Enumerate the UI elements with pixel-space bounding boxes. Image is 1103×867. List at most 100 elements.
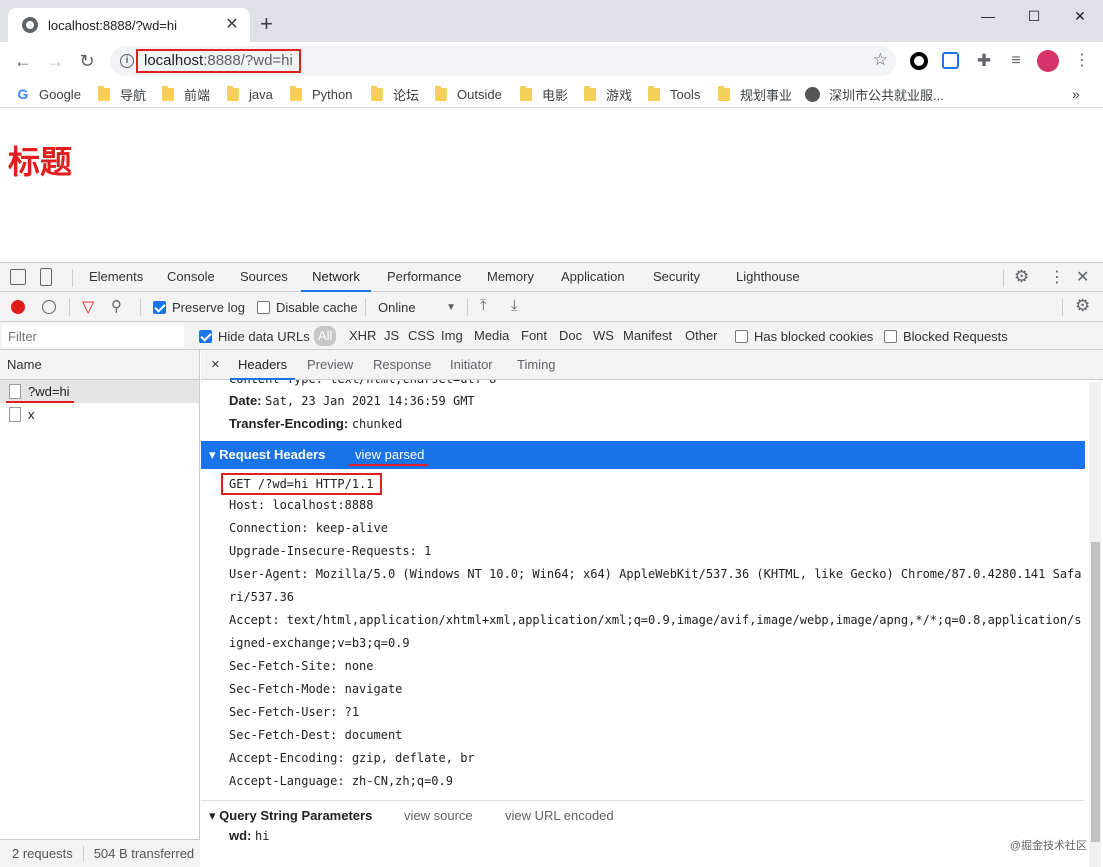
- has-blocked-cookies-label: Has blocked cookies: [754, 329, 874, 344]
- tab-network[interactable]: Network: [301, 263, 371, 292]
- info-icon[interactable]: i: [120, 54, 134, 68]
- type-filter-img[interactable]: Img: [441, 328, 463, 343]
- more-icon[interactable]: ⋮: [1049, 267, 1065, 287]
- close-detail-icon[interactable]: ×: [211, 350, 220, 379]
- bookmark-folder[interactable]: java: [227, 85, 273, 103]
- hide-data-urls-checkbox[interactable]: Hide data URLs: [199, 329, 310, 344]
- has-blocked-cookies-checkbox[interactable]: Has blocked cookies: [735, 329, 873, 344]
- tab-preview[interactable]: Preview: [307, 350, 353, 379]
- type-filter-font[interactable]: Font: [521, 328, 547, 343]
- preserve-log-checkbox[interactable]: Preserve log: [153, 300, 245, 315]
- export-har-icon[interactable]: ⤓: [511, 297, 518, 314]
- url-text[interactable]: localhost:8888/?wd=hi: [136, 49, 301, 73]
- inspect-icon[interactable]: [10, 269, 26, 285]
- request-row[interactable]: x: [0, 403, 199, 426]
- back-icon[interactable]: ←: [10, 48, 36, 74]
- bookmarks-more-button[interactable]: »: [1072, 85, 1080, 103]
- bookmark-folder[interactable]: 电影: [520, 85, 568, 103]
- reload-icon[interactable]: ↻: [74, 48, 100, 74]
- tab-memory[interactable]: Memory: [487, 263, 534, 291]
- tab-performance[interactable]: Performance: [387, 263, 461, 291]
- filter-input[interactable]: [2, 325, 184, 347]
- type-filter-ws[interactable]: WS: [593, 328, 614, 343]
- type-filter-js[interactable]: JS: [384, 328, 399, 343]
- query-string-section[interactable]: ▾ Query String Parameters view source vi…: [201, 800, 1085, 828]
- forward-icon[interactable]: →: [42, 48, 68, 74]
- tab-elements[interactable]: Elements: [89, 263, 143, 291]
- extension-translate-icon[interactable]: [942, 52, 959, 69]
- divider: [69, 298, 70, 316]
- blocked-requests-checkbox[interactable]: Blocked Requests: [884, 329, 1008, 344]
- bookmark-star-icon[interactable]: ☆: [873, 50, 888, 70]
- divider: [467, 298, 468, 316]
- tab-title: localhost:8888/?wd=hi: [48, 17, 178, 33]
- scroll-thumb[interactable]: [1091, 542, 1100, 842]
- bookmark-site[interactable]: 深圳市公共就业服...: [805, 85, 944, 103]
- puzzle-icon[interactable]: ✚: [974, 51, 994, 71]
- type-filter-media[interactable]: Media: [474, 328, 509, 343]
- request-row[interactable]: ?wd=hi: [0, 380, 199, 403]
- devtools-panel: Elements Console Sources Network Perform…: [0, 262, 1103, 867]
- view-url-encoded-link[interactable]: view URL encoded: [505, 808, 614, 823]
- bookmark-folder[interactable]: Outside: [435, 85, 502, 103]
- tab-security[interactable]: Security: [653, 263, 700, 291]
- new-tab-button[interactable]: +: [260, 13, 273, 35]
- bookmark-label: Outside: [457, 86, 502, 102]
- tab-timing[interactable]: Timing: [517, 350, 556, 379]
- tab-console[interactable]: Console: [167, 263, 215, 291]
- import-har-icon[interactable]: ⤒: [480, 297, 487, 314]
- bookmark-folder[interactable]: Tools: [648, 85, 700, 103]
- view-parsed-link[interactable]: view parsed: [349, 447, 429, 466]
- type-filter-xhr[interactable]: XHR: [349, 328, 376, 343]
- menu-icon[interactable]: ⋮: [1072, 51, 1092, 71]
- request-headers-section[interactable]: ▾ Request Headers view parsed: [201, 441, 1085, 469]
- raw-header-line: User-Agent: Mozilla/5.0 (Windows NT 10.0…: [229, 567, 1082, 581]
- avatar[interactable]: [1037, 50, 1059, 72]
- tab-initiator[interactable]: Initiator: [450, 350, 493, 379]
- view-source-link[interactable]: view source: [404, 808, 473, 823]
- bookmark-folder[interactable]: 论坛: [371, 85, 419, 103]
- tab-strip: localhost:8888/?wd=hi ✕ + — ☐ ✕: [0, 0, 1103, 42]
- type-filter-css[interactable]: CSS: [408, 328, 435, 343]
- bookmark-folder[interactable]: 前端: [162, 85, 210, 103]
- window-close-button[interactable]: ✕: [1057, 4, 1103, 28]
- type-filter-manifest[interactable]: Manifest: [623, 328, 672, 343]
- disable-cache-checkbox[interactable]: Disable cache: [257, 300, 358, 315]
- chevron-down-icon: ▼: [446, 302, 456, 313]
- tab-response[interactable]: Response: [373, 350, 432, 379]
- close-devtools-icon[interactable]: ✕: [1076, 267, 1089, 287]
- tab-lighthouse[interactable]: Lighthouse: [736, 263, 800, 291]
- type-filter-doc[interactable]: Doc: [559, 328, 582, 343]
- tab-application[interactable]: Application: [561, 263, 625, 291]
- name-column-header[interactable]: Name: [0, 350, 199, 380]
- clear-icon[interactable]: [42, 300, 56, 314]
- tab-headers[interactable]: Headers: [229, 350, 296, 380]
- throttle-select[interactable]: Online ▼: [378, 300, 456, 315]
- bookmark-folder[interactable]: 规划事业: [718, 85, 792, 103]
- folder-icon: [371, 85, 383, 101]
- bookmark-folder[interactable]: Python: [290, 85, 352, 103]
- extension-circle-icon[interactable]: [910, 52, 928, 70]
- bookmark-label: Python: [312, 86, 353, 102]
- type-filter-all[interactable]: All: [314, 326, 337, 346]
- type-filter-other[interactable]: Other: [685, 328, 718, 343]
- browser-tab[interactable]: localhost:8888/?wd=hi ✕: [8, 8, 250, 42]
- folder-icon: [584, 85, 596, 101]
- bookmark-folder[interactable]: 导航: [98, 85, 146, 103]
- device-toolbar-icon[interactable]: [40, 268, 52, 286]
- search-icon[interactable]: ⚲: [111, 297, 122, 315]
- record-icon[interactable]: [11, 300, 25, 314]
- minimize-button[interactable]: —: [965, 4, 1011, 28]
- tab-close-icon[interactable]: ✕: [222, 15, 242, 35]
- media-icon[interactable]: ≡: [1006, 51, 1026, 71]
- maximize-button[interactable]: ☐: [1011, 4, 1057, 28]
- bookmark-google[interactable]: G Google: [15, 85, 81, 103]
- network-settings-gear-icon[interactable]: ⚙: [1075, 296, 1090, 316]
- scrollbar[interactable]: [1089, 382, 1101, 867]
- raw-header-line: Sec-Fetch-User: ?1: [229, 705, 360, 719]
- bookmark-folder[interactable]: 游戏: [584, 85, 632, 103]
- gear-icon[interactable]: ⚙: [1014, 267, 1029, 287]
- address-bar[interactable]: i localhost:8888/?wd=hi ☆: [110, 46, 896, 76]
- filter-icon[interactable]: ▽: [82, 297, 94, 317]
- tab-sources[interactable]: Sources: [240, 263, 288, 291]
